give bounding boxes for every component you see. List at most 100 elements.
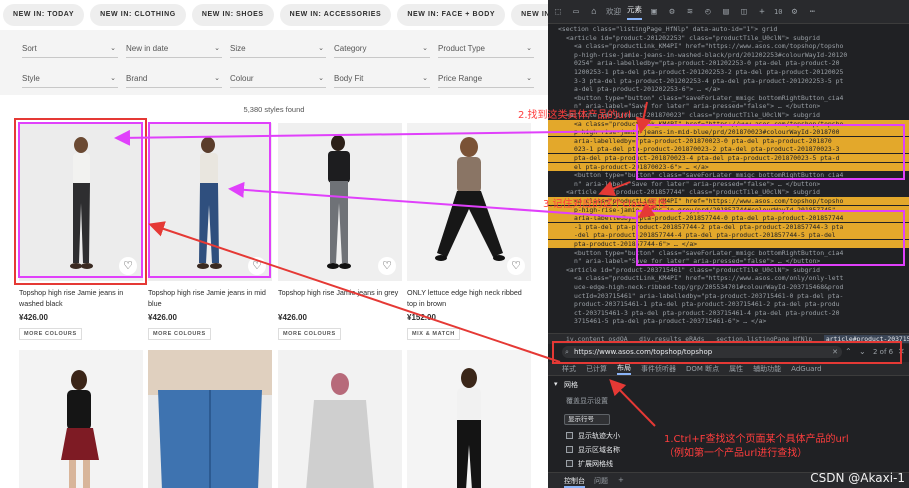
heart-icon[interactable]: ♡ <box>507 257 525 275</box>
chip-new-in-accessories[interactable]: NEW IN: ACCESSORIES <box>279 4 392 26</box>
category-chips: NEW IN: TODAY NEW IN: CLOTHING NEW IN: S… <box>3 4 548 26</box>
tab-accessibility[interactable]: 辅助功能 <box>753 364 781 374</box>
dom-node-line[interactable]: <a class="productLink_KM4PI" href="https… <box>548 42 909 50</box>
filter-price-range[interactable]: Price Range ⌄ <box>438 70 534 88</box>
filter-category[interactable]: Category ⌄ <box>334 40 430 58</box>
tab-layout[interactable]: 布局 <box>617 363 631 375</box>
filter-style[interactable]: Style ⌄ <box>22 70 118 88</box>
magenta-highlight-box <box>18 122 143 278</box>
filter-label: New in date <box>126 44 169 53</box>
product-name[interactable]: Topshop high rise Jamie jeans in mid blu… <box>148 287 272 309</box>
model-photo <box>306 373 374 488</box>
dom-node-line[interactable]: p-high-rise-jamie-jeans-in-washed-black/… <box>548 51 909 59</box>
dom-node-line[interactable]: 1200253-1 pta-del pta-product-201202253-… <box>548 68 909 76</box>
filter-label: Size <box>230 44 246 53</box>
filter-new-in-date[interactable]: New in date ⌄ <box>126 40 222 58</box>
dom-node-line[interactable]: ct-203715461-3 pta-del pta-product-20371… <box>548 309 909 317</box>
filter-label: Brand <box>126 74 148 83</box>
dom-node-line[interactable]: <article id="product-203715461" class="p… <box>548 266 909 274</box>
issues-count: 10 <box>774 7 783 16</box>
annotation-step3: 3.记住对应的这个class属性 <box>543 199 668 210</box>
filter-size[interactable]: Size ⌄ <box>230 40 326 58</box>
network-icon[interactable]: ≋ <box>684 6 696 18</box>
inspect-icon[interactable]: ⬚ <box>552 6 564 18</box>
grid-section-title[interactable]: 网格 <box>564 380 578 390</box>
product-card[interactable]: ♡ ONLY lettuce edge high neck ribbed top… <box>407 123 531 340</box>
model-photo <box>61 370 99 488</box>
filter-brand[interactable]: Brand ⌄ <box>126 70 222 88</box>
filter-sort[interactable]: Sort ⌄ <box>22 40 118 58</box>
tab-elements[interactable]: 元素 <box>627 4 642 20</box>
dom-node-line[interactable]: <section class="listingPage_HfNlp" data-… <box>548 25 909 33</box>
dom-node-line[interactable]: 0254" aria-labelledby="pta-product-20120… <box>548 59 909 67</box>
product-card[interactable]: ♡ Topshop high rise Jamie jeans in grey … <box>278 123 402 340</box>
screenshot-root: NEW IN: TODAY NEW IN: CLOTHING NEW IN: S… <box>0 0 909 488</box>
tab-styles[interactable]: 样式 <box>562 364 576 374</box>
dom-node-line[interactable]: uce-edge-high-neck-ribbed-top/grp/205534… <box>548 283 909 291</box>
shop-page: NEW IN: TODAY NEW IN: CLOTHING NEW IN: S… <box>0 0 548 488</box>
checkbox[interactable] <box>566 446 573 453</box>
chevron-down-icon[interactable]: ▾ <box>554 380 558 388</box>
sources-icon[interactable]: ⚙ <box>666 6 678 18</box>
chip-new-in-clothing[interactable]: NEW IN: CLOTHING <box>90 4 186 26</box>
product-name[interactable]: Topshop high rise Jamie jeans in grey <box>278 287 402 309</box>
console-icon[interactable]: ▣ <box>648 6 660 18</box>
tab-adguard[interactable]: AdGuard <box>791 365 821 373</box>
dom-node-line[interactable]: uctId=203715461" aria-labelledby="pta-pr… <box>548 292 909 300</box>
tab-welcome[interactable]: 欢迎 <box>606 6 621 17</box>
add-tab-icon[interactable]: + <box>756 6 768 18</box>
settings-icon[interactable]: ⚙ <box>788 6 800 18</box>
heart-icon[interactable]: ♡ <box>378 257 396 275</box>
chip-new-in-shoes[interactable]: NEW IN: SHOES <box>191 4 274 26</box>
add-icon[interactable]: + <box>618 476 624 484</box>
tab-properties[interactable]: 属性 <box>729 364 743 374</box>
product-price: ¥426.00 <box>148 313 177 322</box>
annotation-step2: 2.找到这类具体产品的url <box>518 110 631 121</box>
dom-node-line[interactable]: <button type="button" class="saveForLate… <box>548 94 909 102</box>
filter-label: Style <box>22 74 40 83</box>
tab-issues[interactable]: 问题 <box>594 476 608 486</box>
memory-icon[interactable]: ▤ <box>720 6 732 18</box>
more-icon[interactable]: ⋯ <box>806 6 818 18</box>
overlay-select[interactable]: 显示行号 <box>564 414 610 425</box>
filter-bar: Sort ⌄ New in date ⌄ Size ⌄ Category ⌄ Produ… <box>0 30 548 95</box>
filter-label: Price Range <box>438 74 483 83</box>
product-image[interactable] <box>19 350 143 488</box>
product-image[interactable] <box>407 350 531 488</box>
product-name[interactable]: ONLY lettuce edge high neck ribbed top i… <box>407 287 531 309</box>
checkbox[interactable] <box>566 460 573 467</box>
filter-label: Category <box>334 44 367 53</box>
product-image[interactable] <box>278 350 402 488</box>
checkbox[interactable] <box>566 432 573 439</box>
dom-node-line[interactable]: <a class="productLink_KM4PI" href="https… <box>548 274 909 282</box>
product-image[interactable]: ♡ <box>278 123 402 281</box>
device-toggle-icon[interactable]: ▭ <box>570 6 582 18</box>
product-name[interactable]: Topshop high rise Jamie jeans in washed … <box>19 287 143 309</box>
devtools-toolbar: ⬚ ▭ ⌂ 欢迎 元素 ▣ ⚙ ≋ ◴ ▤ ◫ + 10 ⚙ ⋯ <box>548 0 909 24</box>
chip-new-in-today[interactable]: NEW IN: TODAY <box>3 4 85 26</box>
dom-node-line[interactable]: product-203715461-1 pta-del pta-product-… <box>548 300 909 308</box>
product-image[interactable] <box>148 350 272 488</box>
performance-icon[interactable]: ◴ <box>702 6 714 18</box>
dom-node-line[interactable]: 3-3 pta-del pta-product-201202253-4 pta-… <box>548 77 909 85</box>
dom-node-line[interactable]: n" aria-label="Save for later" aria-pres… <box>548 180 909 188</box>
more-colours-badge: MORE COLOURS <box>19 328 82 340</box>
filter-product-type[interactable]: Product Type ⌄ <box>438 40 534 58</box>
application-icon[interactable]: ◫ <box>738 6 750 18</box>
dom-node-line[interactable]: a-del pta-product-201202253-6"> … </a> <box>548 85 909 93</box>
product-image[interactable]: ♡ <box>407 123 531 281</box>
styles-found-count: 5,380 styles found <box>243 105 305 114</box>
dom-node-line[interactable]: <article id="product-201202253" class="p… <box>548 34 909 42</box>
tab-computed[interactable]: 已计算 <box>586 364 607 374</box>
chip-new-in-sportswear[interactable]: NEW IN: SPORTSWEA <box>511 4 548 26</box>
product-price: ¥426.00 <box>19 313 48 322</box>
tab-event-listeners[interactable]: 事件侦听器 <box>641 364 676 374</box>
filter-colour[interactable]: Colour ⌄ <box>230 70 326 88</box>
chevron-down-icon: ⌄ <box>110 75 116 82</box>
home-icon[interactable]: ⌂ <box>588 6 600 18</box>
dom-node-line[interactable]: 3715461-5 pta-del pta-product-203715461-… <box>548 317 909 325</box>
filter-body-fit[interactable]: Body Fit ⌄ <box>334 70 430 88</box>
tab-console[interactable]: 控制台 <box>564 476 585 488</box>
tab-dom-breakpoints[interactable]: DOM 断点 <box>686 364 719 374</box>
chip-new-in-face-body[interactable]: NEW IN: FACE + BODY <box>397 4 506 26</box>
